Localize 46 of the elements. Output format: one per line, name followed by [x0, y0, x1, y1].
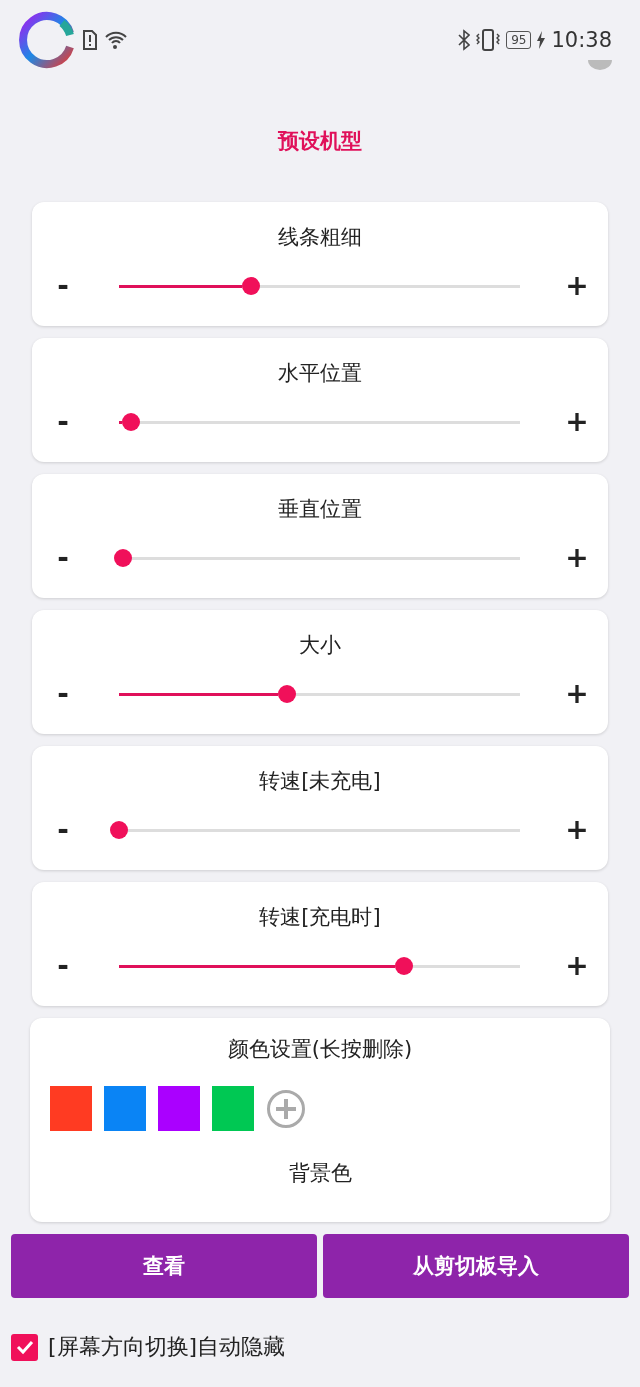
color-settings-title: 颜色设置(长按删除) — [226, 1036, 414, 1063]
increase-button[interactable]: + — [546, 266, 608, 306]
decrease-button[interactable]: - — [34, 810, 92, 850]
increase-button[interactable]: + — [546, 946, 608, 986]
checkbox-label[interactable]: [屏幕方向切换]自动隐藏 — [48, 1332, 286, 1362]
background-color-label[interactable]: 背景色 — [50, 1159, 590, 1187]
color-swatch[interactable] — [104, 1086, 146, 1131]
action-button[interactable]: 查看 — [11, 1234, 317, 1298]
clock: 10:38 — [551, 28, 612, 52]
color-swatch[interactable] — [50, 1086, 92, 1131]
slider-thumb[interactable] — [278, 685, 297, 703]
slider-thumb[interactable] — [394, 957, 413, 975]
add-icon[interactable] — [266, 1088, 306, 1129]
slider-label: 转速[充电时] — [259, 904, 381, 931]
increase-button[interactable]: + — [546, 538, 608, 578]
vibrate-icon — [476, 29, 501, 51]
checkbox[interactable] — [11, 1333, 38, 1361]
handle-icon — [588, 60, 612, 70]
increase-button[interactable]: + — [546, 810, 608, 850]
battery-level: 95 — [506, 31, 532, 49]
slider-fill — [119, 420, 122, 424]
color-swatch[interactable] — [212, 1086, 254, 1131]
slider-thumb[interactable] — [122, 413, 140, 431]
slider-label: 转速[未充电] — [259, 768, 381, 795]
increase-button[interactable]: + — [546, 402, 608, 442]
slider-thumb[interactable] — [114, 549, 132, 567]
color-swatch[interactable] — [158, 1086, 200, 1131]
slider-label: 大小 — [299, 632, 341, 659]
decrease-button[interactable]: - — [34, 538, 92, 578]
slider-label: 垂直位置 — [278, 496, 362, 523]
decrease-button[interactable]: - — [34, 402, 92, 442]
charging-icon — [537, 31, 546, 49]
bluetooth-icon — [458, 29, 471, 51]
slider-label: 线条粗细 — [278, 224, 362, 251]
decrease-button[interactable]: - — [34, 674, 92, 714]
slider-thumb[interactable] — [242, 277, 261, 295]
wifi-icon — [104, 30, 128, 50]
decrease-button[interactable]: - — [34, 946, 92, 986]
action-button[interactable]: 从剪切板导入 — [323, 1234, 629, 1298]
slider-thumb[interactable] — [110, 821, 128, 839]
increase-button[interactable]: + — [546, 674, 608, 714]
decrease-button[interactable]: - — [34, 266, 92, 306]
sim-alert-icon — [82, 30, 98, 50]
slider-label: 水平位置 — [278, 360, 362, 387]
app-logo-icon — [18, 11, 76, 69]
page-title: 预设机型 — [278, 128, 362, 155]
